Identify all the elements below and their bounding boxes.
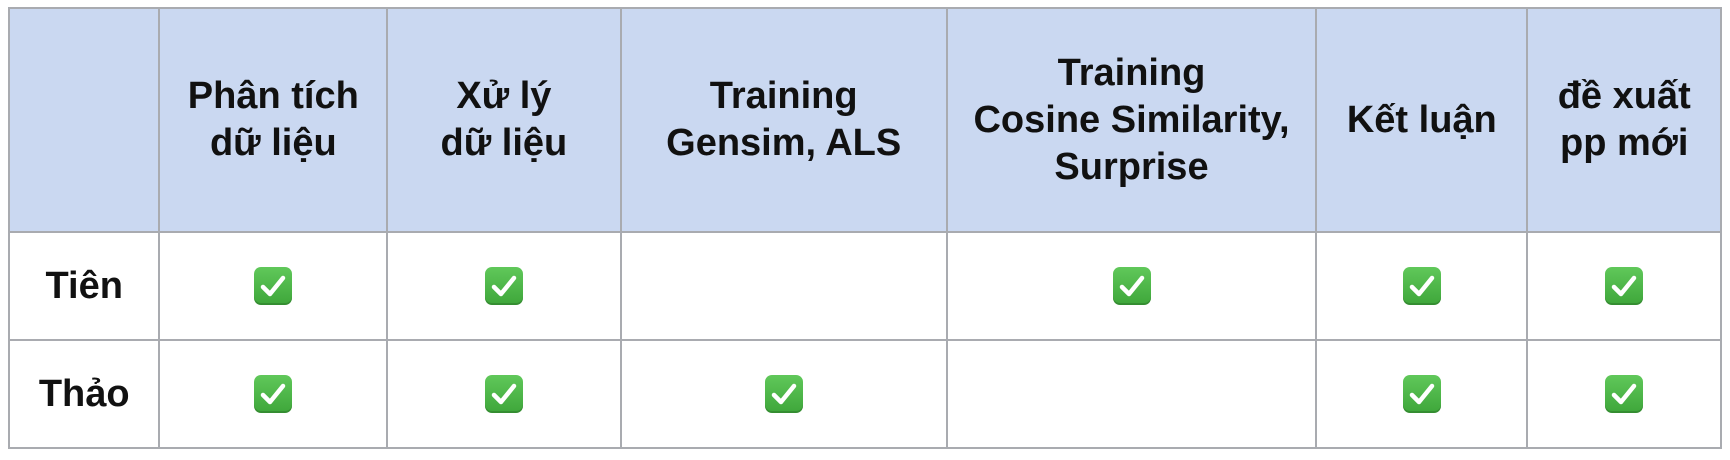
check-mark-button-icon bbox=[1605, 375, 1644, 413]
row-name-cell: Tiên bbox=[7, 231, 161, 341]
check-mark-button-icon bbox=[484, 375, 523, 413]
status-cell bbox=[1526, 339, 1722, 449]
status-cell bbox=[386, 231, 622, 341]
table-body: Tiên Thảo bbox=[7, 231, 1722, 449]
check-mark-button-icon bbox=[1112, 267, 1151, 305]
check-mark-button-icon bbox=[254, 267, 293, 305]
header-cell-ket-luan: Kết luận bbox=[1315, 7, 1529, 233]
table-row: Thảo bbox=[7, 339, 1722, 449]
header-cell-empty bbox=[7, 7, 161, 233]
header-text: Kết luận bbox=[1346, 98, 1497, 141]
header-cell-training-cosine: Training Cosine Similarity, Surprise bbox=[945, 7, 1318, 233]
row-name-cell: Thảo bbox=[7, 339, 161, 449]
status-cell bbox=[619, 339, 948, 449]
check-mark-button-icon bbox=[254, 375, 293, 413]
status-cell bbox=[386, 339, 622, 449]
table-row: Tiên bbox=[7, 231, 1722, 341]
status-cell bbox=[1526, 231, 1722, 341]
check-mark-button-icon bbox=[764, 375, 803, 413]
header-row: Phân tích dữ liệu Xử lý dữ liệu Training… bbox=[7, 7, 1722, 233]
header-text: Training Gensim, ALS bbox=[666, 75, 902, 164]
header-cell-de-xuat: đề xuất pp mới bbox=[1526, 7, 1722, 233]
check-mark-button-icon bbox=[1402, 267, 1441, 305]
status-cell bbox=[158, 339, 389, 449]
status-cell bbox=[945, 339, 1318, 449]
header-cell-phan-tich: Phân tích dữ liệu bbox=[158, 7, 389, 233]
header-text: đề xuất pp mới bbox=[1557, 75, 1691, 164]
check-mark-button-icon bbox=[484, 267, 523, 305]
task-assignment-table: Phân tích dữ liệu Xử lý dữ liệu Training… bbox=[7, 7, 1722, 449]
table-header: Phân tích dữ liệu Xử lý dữ liệu Training… bbox=[7, 7, 1722, 233]
status-cell bbox=[1315, 339, 1529, 449]
header-cell-training-gensim: Training Gensim, ALS bbox=[619, 7, 948, 233]
header-text: Training Cosine Similarity, Surprise bbox=[973, 51, 1290, 188]
status-cell bbox=[619, 231, 948, 341]
status-cell bbox=[158, 231, 389, 341]
check-mark-button-icon bbox=[1605, 267, 1644, 305]
status-cell bbox=[1315, 231, 1529, 341]
header-text: Xử lý dữ liệu bbox=[440, 75, 568, 164]
header-cell-xu-ly: Xử lý dữ liệu bbox=[386, 7, 622, 233]
header-text: Phân tích dữ liệu bbox=[187, 75, 359, 164]
check-mark-button-icon bbox=[1402, 375, 1441, 413]
status-cell bbox=[945, 231, 1318, 341]
